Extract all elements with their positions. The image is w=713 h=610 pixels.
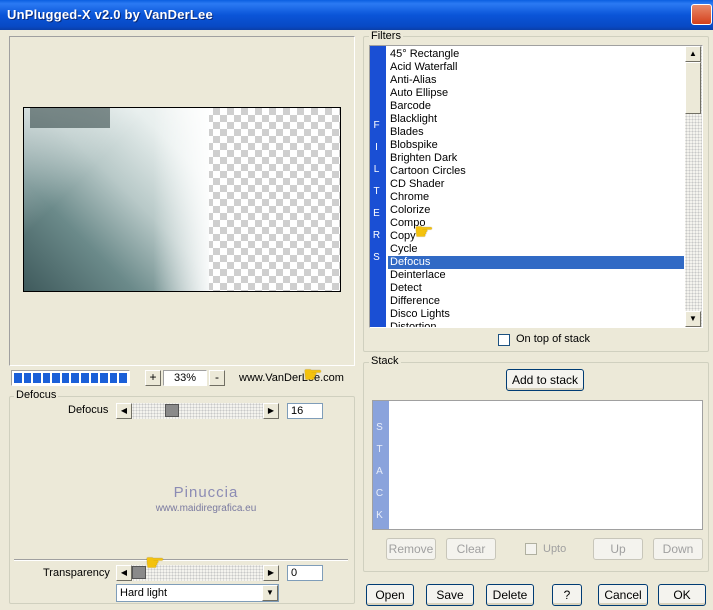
add-to-stack-button[interactable]: Add to stack bbox=[506, 369, 584, 391]
defocus-value-input[interactable]: 16 bbox=[287, 403, 323, 419]
filter-item[interactable]: Auto Ellipse bbox=[388, 87, 684, 100]
pointer-hand-icon: ☛ bbox=[414, 219, 434, 244]
transparency-slider[interactable]: ◀ ▶ bbox=[116, 565, 279, 581]
progress-bar bbox=[11, 370, 130, 386]
filter-item[interactable]: Defocus bbox=[388, 256, 684, 269]
defocus-group-label: Defocus bbox=[14, 389, 59, 401]
zoom-level: 33% bbox=[163, 370, 207, 386]
stack-vertical-label: S T A C K bbox=[373, 401, 389, 529]
transparency-label: Transparency bbox=[43, 567, 110, 579]
help-button[interactable]: ? bbox=[552, 584, 582, 606]
window-title: UnPlugged-X v2.0 by VanDerLee bbox=[7, 7, 213, 22]
ok-button[interactable]: OK bbox=[658, 584, 706, 606]
filter-item[interactable]: Blobspike bbox=[388, 139, 684, 152]
filter-item[interactable]: Detect bbox=[388, 282, 684, 295]
close-button[interactable] bbox=[691, 4, 712, 25]
filter-item[interactable]: Deinterlace bbox=[388, 269, 684, 282]
preview-image[interactable] bbox=[23, 107, 341, 292]
blend-mode-value: Hard light bbox=[120, 587, 168, 599]
filter-item[interactable]: Barcode bbox=[388, 100, 684, 113]
watermark: Pinuccia www.maidiregrafica.eu bbox=[146, 484, 266, 514]
delete-button[interactable]: Delete bbox=[486, 584, 534, 606]
minus-icon: - bbox=[215, 370, 219, 384]
filter-item[interactable]: Brighten Dark bbox=[388, 152, 684, 165]
filter-item[interactable]: CD Shader bbox=[388, 178, 684, 191]
filters-listbox[interactable]: F I L T E R S 45° Rectangle Acid Waterfal… bbox=[369, 45, 703, 328]
slider-right-arrow-icon[interactable]: ▶ bbox=[263, 565, 279, 581]
slider-right-arrow-icon[interactable]: ▶ bbox=[263, 403, 279, 419]
filter-item[interactable]: Difference bbox=[388, 295, 684, 308]
title-bar[interactable]: UnPlugged-X v2.0 by VanDerLee bbox=[0, 0, 713, 30]
slider-left-arrow-icon[interactable]: ◀ bbox=[116, 565, 132, 581]
preview-panel[interactable] bbox=[9, 36, 355, 366]
transparency-value-input[interactable]: 0 bbox=[287, 565, 323, 581]
clear-button[interactable]: Clear bbox=[446, 538, 496, 560]
upto-checkbox[interactable] bbox=[525, 543, 537, 555]
open-button[interactable]: Open bbox=[366, 584, 414, 606]
filter-item[interactable]: Acid Waterfall bbox=[388, 61, 684, 74]
filter-item[interactable]: Colorize bbox=[388, 204, 684, 217]
filter-item[interactable]: 45° Rectangle bbox=[388, 48, 684, 61]
stack-group-label: Stack bbox=[369, 355, 401, 367]
save-button[interactable]: Save bbox=[426, 584, 474, 606]
filter-item[interactable]: Anti-Alias bbox=[388, 74, 684, 87]
on-top-checkbox[interactable] bbox=[498, 334, 510, 346]
remove-button[interactable]: Remove bbox=[386, 538, 436, 560]
on-top-label: On top of stack bbox=[516, 333, 590, 345]
filter-item[interactable]: Blades bbox=[388, 126, 684, 139]
filter-item[interactable]: Cartoon Circles bbox=[388, 165, 684, 178]
plugin-window: UnPlugged-X v2.0 by VanDerLee + 33% - ww… bbox=[0, 0, 713, 610]
defocus-slider-thumb[interactable] bbox=[165, 404, 179, 417]
separator bbox=[14, 559, 348, 561]
scroll-up-arrow-icon[interactable]: ▲ bbox=[685, 46, 701, 62]
filters-vertical-label: F I L T E R S bbox=[370, 46, 386, 327]
watermark-site: www.maidiregrafica.eu bbox=[155, 503, 257, 514]
stack-listbox[interactable]: S T A C K bbox=[372, 400, 703, 530]
defocus-slider-track[interactable] bbox=[132, 403, 263, 419]
progress-fill bbox=[14, 373, 127, 383]
pointer-hand-icon: ☛ bbox=[145, 550, 165, 575]
preview-artwork bbox=[24, 108, 209, 291]
defocus-param-label: Defocus bbox=[68, 404, 109, 416]
scroll-down-arrow-icon[interactable]: ▼ bbox=[685, 311, 701, 327]
cancel-button[interactable]: Cancel bbox=[598, 584, 648, 606]
filters-list[interactable]: 45° Rectangle Acid Waterfall Anti-Alias Aut… bbox=[388, 48, 684, 327]
filter-item[interactable]: Distortion bbox=[388, 321, 684, 327]
filter-item[interactable]: Chrome bbox=[388, 191, 684, 204]
pointer-hand-icon: ☛ bbox=[303, 362, 323, 387]
zoom-in-button[interactable]: + bbox=[145, 370, 161, 386]
filters-scrollbar[interactable]: ▲ ▼ bbox=[685, 46, 702, 327]
upto-label: Upto bbox=[543, 543, 567, 555]
chevron-down-icon[interactable]: ▼ bbox=[262, 585, 278, 601]
transparency-slider-thumb[interactable] bbox=[132, 566, 146, 579]
zoom-out-button[interactable]: - bbox=[209, 370, 225, 386]
down-button[interactable]: Down bbox=[653, 538, 703, 560]
filter-item[interactable]: Disco Lights bbox=[388, 308, 684, 321]
filters-group-label: Filters bbox=[369, 30, 403, 42]
scrollbar-thumb[interactable] bbox=[685, 62, 701, 114]
slider-left-arrow-icon[interactable]: ◀ bbox=[116, 403, 132, 419]
defocus-slider[interactable]: ◀ ▶ bbox=[116, 403, 279, 419]
blend-mode-select[interactable]: Hard light ▼ bbox=[116, 584, 279, 602]
watermark-name: Pinuccia bbox=[173, 484, 239, 501]
filter-item[interactable]: Blacklight bbox=[388, 113, 684, 126]
website-link[interactable]: www.VanDerLee.com bbox=[239, 372, 344, 384]
plus-icon: + bbox=[149, 370, 157, 384]
up-button[interactable]: Up bbox=[593, 538, 643, 560]
